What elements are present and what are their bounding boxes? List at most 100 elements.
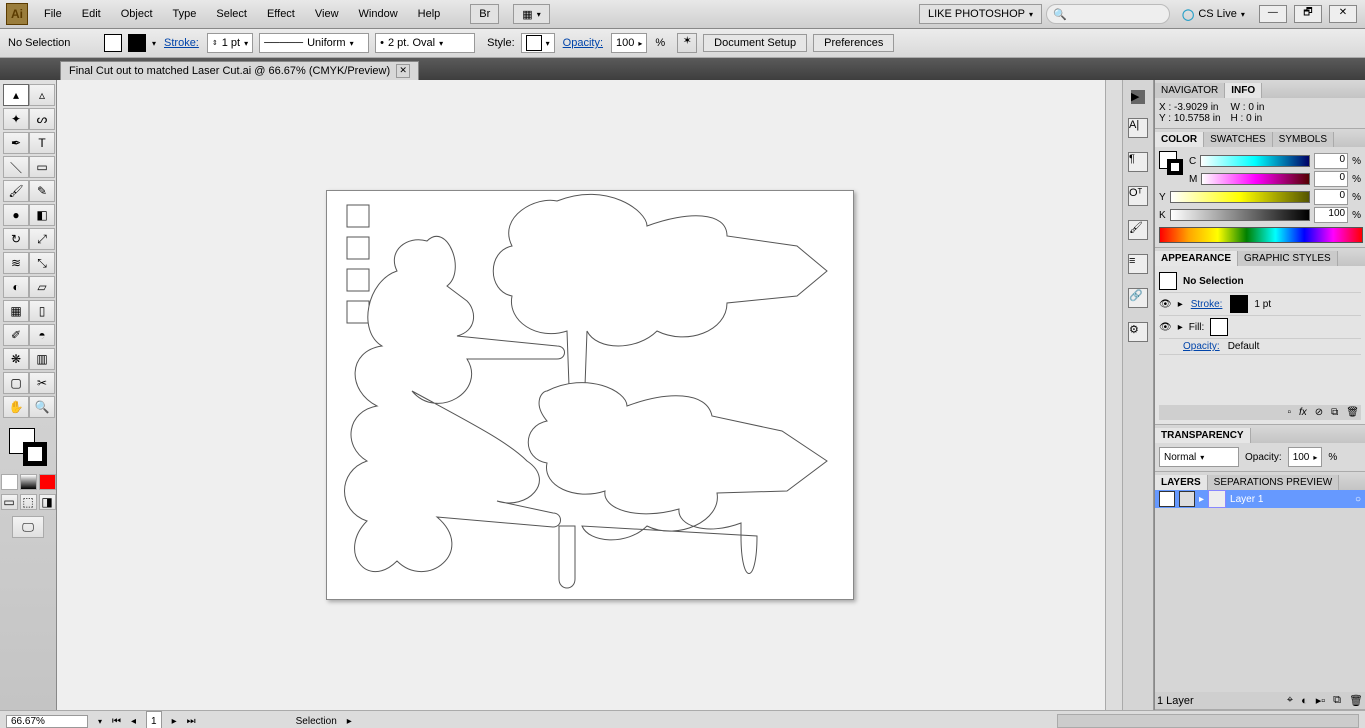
menu-window[interactable]: Window bbox=[351, 4, 406, 24]
artboard-tool[interactable]: ▢ bbox=[3, 372, 29, 394]
menu-select[interactable]: Select bbox=[208, 4, 255, 24]
brushes-panel-icon[interactable]: 🖌 bbox=[1128, 220, 1148, 240]
symbol-sprayer-tool[interactable]: ❋ bbox=[3, 348, 29, 370]
hand-tool[interactable]: ✋ bbox=[3, 396, 29, 418]
free-transform-tool[interactable]: ⤡ bbox=[29, 252, 55, 274]
menu-view[interactable]: View bbox=[307, 4, 347, 24]
document-tab[interactable]: Final Cut out to matched Laser Cut.ai @ … bbox=[60, 61, 419, 80]
graphic-style[interactable]: ▾ bbox=[521, 33, 555, 53]
type-tool[interactable]: T bbox=[29, 132, 55, 154]
links-panel-icon[interactable]: 🔗 bbox=[1128, 288, 1148, 308]
stroke-weight-input[interactable]: ⇕ 1 pt ▾ bbox=[207, 33, 253, 53]
magic-wand-tool[interactable]: ✦ bbox=[3, 108, 29, 130]
recolor-icon[interactable]: ✶ bbox=[677, 33, 697, 53]
pen-tool[interactable]: ✒ bbox=[3, 132, 29, 154]
shape-builder-tool[interactable]: ◐ bbox=[3, 276, 29, 298]
swatches-tab[interactable]: SWATCHES bbox=[1204, 132, 1273, 147]
eyedropper-tool[interactable]: ✐ bbox=[3, 324, 29, 346]
restore-button[interactable]: 🗗 bbox=[1294, 5, 1322, 23]
fill-swatch[interactable] bbox=[104, 34, 122, 52]
cslive-button[interactable]: ◯ CS Live ▾ bbox=[1174, 5, 1253, 23]
stroke-panel-icon[interactable]: ≡ bbox=[1128, 254, 1148, 274]
blend-mode-select[interactable]: Normal▾ bbox=[1159, 447, 1239, 467]
appearance-fx-icon[interactable]: fx bbox=[1299, 407, 1307, 418]
first-artboard-icon[interactable]: ⏮ bbox=[112, 716, 121, 727]
yellow-input[interactable]: 0 bbox=[1314, 189, 1348, 205]
character-panel-icon[interactable]: A| bbox=[1128, 118, 1148, 138]
transparency-tab[interactable]: TRANSPARENCY bbox=[1155, 428, 1251, 443]
paragraph-panel-icon[interactable]: ¶ bbox=[1128, 152, 1148, 172]
stroke-label[interactable]: Stroke: bbox=[164, 37, 199, 49]
menu-object[interactable]: Object bbox=[113, 4, 161, 24]
menu-type[interactable]: Type bbox=[165, 4, 205, 24]
layer-sublayer-icon[interactable]: ▸▫ bbox=[1316, 694, 1325, 707]
artboard-nav-input[interactable]: 1 bbox=[146, 711, 162, 728]
next-artboard-icon[interactable]: ▸ bbox=[172, 716, 177, 727]
perspective-tool[interactable]: ▱ bbox=[29, 276, 55, 298]
opentype-panel-icon[interactable]: Oᵀ bbox=[1128, 186, 1148, 206]
preferences-button[interactable]: Preferences bbox=[813, 34, 894, 52]
lasso-tool[interactable]: ᔕ bbox=[29, 108, 55, 130]
menu-effect[interactable]: Effect bbox=[259, 4, 303, 24]
stroke-indicator[interactable] bbox=[23, 442, 47, 466]
screen-mode3-icon[interactable]: ◨ bbox=[39, 494, 56, 510]
graph-tool[interactable]: ▥ bbox=[29, 348, 55, 370]
prev-artboard-icon[interactable]: ◂ bbox=[131, 716, 136, 727]
layer-trash-icon[interactable]: 🗑 bbox=[1349, 694, 1363, 707]
spectrum-picker[interactable] bbox=[1159, 227, 1363, 243]
mesh-tool[interactable]: ▦ bbox=[3, 300, 29, 322]
graphic-styles-tab[interactable]: GRAPHIC STYLES bbox=[1238, 251, 1338, 266]
layer-locate-icon[interactable]: ⌖ bbox=[1287, 694, 1293, 707]
zoom-input[interactable]: 66.67% bbox=[6, 715, 88, 728]
draw-normal-icon[interactable] bbox=[1, 474, 18, 490]
eraser-tool[interactable]: ◧ bbox=[29, 204, 55, 226]
cyan-input[interactable]: 0 bbox=[1314, 153, 1348, 169]
direct-selection-tool[interactable]: ▵ bbox=[29, 84, 55, 106]
blob-brush-tool[interactable]: ● bbox=[3, 204, 29, 226]
menu-file[interactable]: File bbox=[36, 4, 70, 24]
stroke-profile[interactable]: ───── Uniform ▾ bbox=[259, 33, 369, 53]
transparency-opacity-input[interactable]: 100▸ bbox=[1288, 447, 1323, 467]
menu-help[interactable]: Help bbox=[410, 4, 449, 24]
canvas[interactable] bbox=[57, 80, 1122, 710]
minimize-button[interactable]: — bbox=[1259, 5, 1287, 23]
screen-mode-icon[interactable]: ▭ bbox=[1, 494, 18, 510]
appearance-tab[interactable]: APPEARANCE bbox=[1155, 251, 1238, 266]
color-tab[interactable]: COLOR bbox=[1155, 132, 1204, 147]
selection-tool[interactable]: ▴ bbox=[3, 84, 29, 106]
black-input[interactable]: 100 bbox=[1314, 207, 1348, 223]
draw-behind-icon[interactable] bbox=[20, 474, 37, 490]
dock-play-icon[interactable]: ▶ bbox=[1131, 90, 1145, 104]
arrange-docs-button[interactable]: ▦ ▾ bbox=[513, 4, 549, 24]
draw-inside-icon[interactable] bbox=[39, 474, 56, 490]
change-screen-mode[interactable]: 🖵 bbox=[12, 516, 44, 538]
bridge-button[interactable]: Br bbox=[470, 4, 499, 24]
layers-tab[interactable]: LAYERS bbox=[1155, 475, 1208, 490]
appearance-trash-icon[interactable]: 🗑 bbox=[1346, 407, 1359, 418]
search-input[interactable]: 🔍 bbox=[1046, 4, 1170, 24]
symbols-tab[interactable]: SYMBOLS bbox=[1273, 132, 1334, 147]
separations-tab[interactable]: SEPARATIONS PREVIEW bbox=[1208, 475, 1340, 490]
close-document-icon[interactable]: ✕ bbox=[396, 64, 410, 78]
close-button[interactable]: ✕ bbox=[1329, 5, 1357, 23]
screen-mode2-icon[interactable]: ⬚ bbox=[20, 494, 37, 510]
appearance-dup-icon[interactable]: ⧉ bbox=[1331, 407, 1338, 418]
paintbrush-tool[interactable]: 🖌 bbox=[3, 180, 29, 202]
appearance-stroke-row[interactable]: 👁▸ Stroke: 1 pt bbox=[1159, 293, 1361, 316]
workspace-switcher[interactable]: LIKE PHOTOSHOP ▾ bbox=[919, 4, 1042, 24]
appearance-clear-icon[interactable]: ⊘ bbox=[1315, 407, 1323, 418]
info-tab[interactable]: INFO bbox=[1225, 83, 1262, 98]
layer-new-icon[interactable]: ⧉ bbox=[1333, 694, 1341, 707]
opacity-input[interactable]: 100 ▸ bbox=[611, 33, 647, 53]
vertical-scrollbar[interactable] bbox=[1105, 80, 1122, 710]
appearance-fill-row[interactable]: 👁▸ Fill: bbox=[1159, 316, 1361, 339]
appearance-opacity-row[interactable]: Opacity: Default bbox=[1159, 339, 1361, 355]
menu-edit[interactable]: Edit bbox=[74, 4, 109, 24]
appearance-new-icon[interactable]: ▫ bbox=[1287, 407, 1291, 418]
layer-row[interactable]: 👁 ▸ Layer 1 ○ bbox=[1155, 490, 1365, 508]
blend-tool[interactable]: ◓ bbox=[29, 324, 55, 346]
scale-tool[interactable]: ⤢ bbox=[29, 228, 55, 250]
opacity-label[interactable]: Opacity: bbox=[563, 37, 603, 49]
document-setup-button[interactable]: Document Setup bbox=[703, 34, 807, 52]
rotate-tool[interactable]: ↻ bbox=[3, 228, 29, 250]
